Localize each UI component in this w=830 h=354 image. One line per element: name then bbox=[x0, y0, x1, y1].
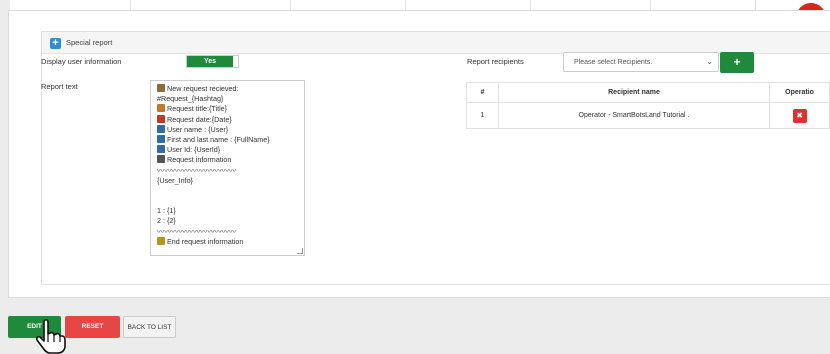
recipients-select[interactable]: Please select Recipients. ⌄ bbox=[563, 52, 719, 72]
report-recipients-label: Report recipients bbox=[467, 57, 524, 66]
back-to-list-button[interactable]: BACK TO LIST bbox=[123, 316, 176, 338]
report-text-line: Request title:{Title} bbox=[157, 104, 298, 114]
gamepad-icon bbox=[157, 236, 165, 245]
report-text-content: Request title:{Title} bbox=[167, 104, 228, 114]
report-text-content: 〰〰〰〰〰〰〰〰〰〰〰 bbox=[157, 165, 237, 175]
speech-icon bbox=[157, 84, 165, 92]
report-text-line: 1 : {1} bbox=[157, 206, 298, 216]
report-text-content: #Request_{Hashtag} bbox=[157, 94, 224, 104]
info-icon bbox=[157, 155, 165, 164]
reset-button[interactable]: RESET bbox=[65, 316, 120, 338]
recipients-table: # Recipient name Operatio 1 Operator - S… bbox=[466, 82, 830, 129]
memo-icon bbox=[157, 104, 165, 113]
pointer-hand-icon bbox=[35, 318, 66, 354]
report-text-content: {User_Info} bbox=[157, 175, 193, 185]
report-text-content: Request information bbox=[167, 155, 232, 165]
report-text-line: 〰〰〰〰〰〰〰〰〰〰〰 bbox=[157, 166, 298, 176]
report-text-line: #Request_{Hashtag} bbox=[157, 94, 298, 104]
report-text-line: End request information bbox=[157, 236, 298, 247]
report-text-content: New request recieved: bbox=[167, 84, 239, 93]
row-index: 1 bbox=[466, 102, 499, 129]
report-text-content: Request date:{Date} bbox=[167, 114, 232, 124]
panel-title: Special report bbox=[66, 38, 113, 47]
report-text-content: 〰〰〰〰〰〰〰〰〰〰〰 bbox=[157, 226, 237, 236]
report-text-content: User Id: {UserId} bbox=[167, 145, 221, 155]
add-recipient-button[interactable]: + bbox=[720, 52, 754, 73]
user-icon bbox=[157, 134, 165, 143]
report-text-content: 2 : {2} bbox=[157, 216, 176, 226]
report-text-content: End request information bbox=[167, 236, 244, 246]
display-user-info-toggle[interactable]: Yes bbox=[186, 55, 239, 68]
report-text-line bbox=[157, 186, 298, 196]
user-icon bbox=[157, 145, 165, 154]
report-text-content: User name : {User} bbox=[167, 124, 229, 134]
delete-recipient-button[interactable]: ✖ bbox=[792, 108, 807, 123]
report-text-content: First and last name : {FullName} bbox=[167, 134, 270, 144]
report-text-line: Request information bbox=[157, 155, 298, 165]
user-icon bbox=[157, 124, 165, 133]
resize-grip[interactable] bbox=[297, 248, 303, 254]
col-header-operation: Operatio bbox=[769, 82, 830, 103]
col-header-name: Recipient name bbox=[497, 82, 771, 103]
panel-header[interactable]: + Special report bbox=[42, 32, 830, 54]
report-text-line: User Id: {UserId} bbox=[157, 145, 298, 155]
report-text-line bbox=[157, 196, 298, 206]
report-text-line: Request date:{Date} bbox=[157, 114, 298, 125]
report-text-content: 1 : {1} bbox=[157, 206, 176, 216]
report-text-line: 2 : {2} bbox=[157, 216, 298, 226]
display-user-info-label: Display user information bbox=[41, 57, 122, 66]
col-header-index: # bbox=[466, 82, 499, 103]
toggle-yes: Yes bbox=[187, 56, 233, 67]
report-text-line: User name : {User} bbox=[157, 124, 298, 135]
report-text-line: 〰〰〰〰〰〰〰〰〰〰〰 bbox=[157, 227, 298, 237]
report-text-label: Report text bbox=[41, 82, 78, 91]
select-placeholder: Please select Recipients. bbox=[574, 59, 653, 66]
expand-plus-icon[interactable]: + bbox=[50, 38, 61, 49]
chevron-down-icon: ⌄ bbox=[706, 57, 713, 66]
row-operation: ✖ bbox=[769, 102, 830, 129]
report-text-area[interactable]: New request recieved: #Request_{Hashtag} R… bbox=[150, 80, 305, 256]
report-text-line: {User_Info} bbox=[157, 176, 298, 186]
row-recipient-name: Operator - SmartBotsLand Tutorial . bbox=[497, 102, 771, 129]
report-text-line: First and last name : {FullName} bbox=[157, 134, 298, 145]
report-text-line: New request recieved: bbox=[157, 84, 298, 94]
table-row: 1 Operator - SmartBotsLand Tutorial . ✖ bbox=[466, 102, 830, 129]
calendar-icon bbox=[157, 114, 165, 123]
